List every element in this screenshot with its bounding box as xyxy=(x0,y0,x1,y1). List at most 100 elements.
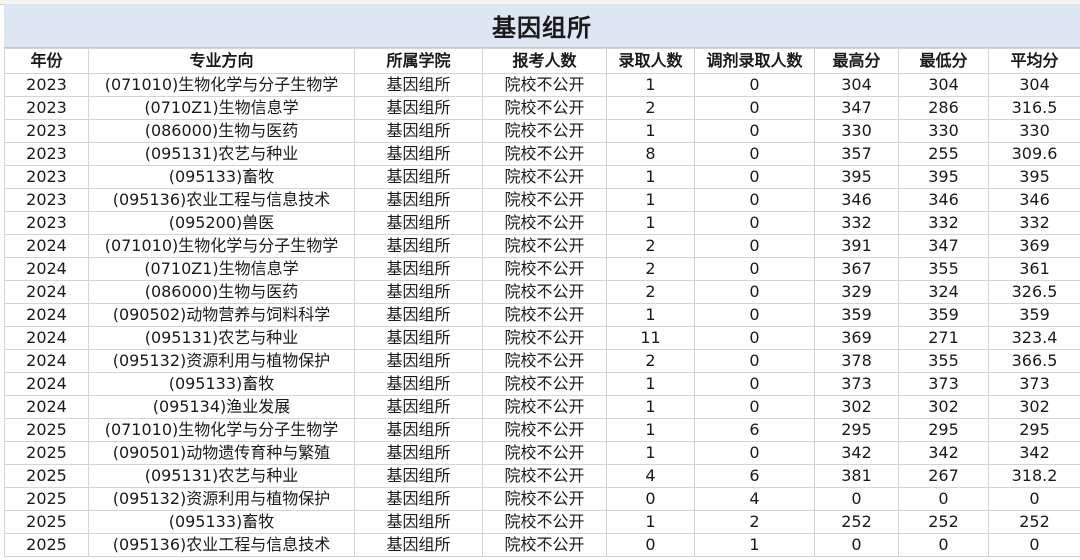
applicants-cell: 院校不公开 xyxy=(482,142,607,166)
min-score-cell: 347 xyxy=(898,234,989,258)
year-cell: 2025 xyxy=(4,464,89,488)
min-score-cell: 302 xyxy=(898,395,989,419)
avg-score-cell: 395 xyxy=(988,165,1080,189)
table-row: 2023 (086000)生物与医药 基因组所 院校不公开 1 0 330 330 330 xyxy=(4,119,1080,143)
year-cell: 2024 xyxy=(4,349,89,373)
table-row: 2023 (095200)兽医 基因组所 院校不公开 1 0 332 332 332 xyxy=(4,211,1080,235)
admitted-cell: 0 xyxy=(606,533,695,557)
year-cell: 2023 xyxy=(4,211,89,235)
avg-score-cell: 346 xyxy=(988,188,1080,212)
avg-score-cell: 359 xyxy=(988,303,1080,327)
min-score-cell: 295 xyxy=(898,418,989,442)
table-row: 2025 (095132)资源利用与植物保护 基因组所 院校不公开 0 4 0 0 0 xyxy=(4,487,1080,511)
avg-score-cell: 302 xyxy=(988,395,1080,419)
major-cell: (095136)农业工程与信息技术 xyxy=(88,533,355,557)
year-cell: 2025 xyxy=(4,533,89,557)
admitted-cell: 2 xyxy=(606,234,695,258)
admitted-cell: 2 xyxy=(606,280,695,304)
table-row: 2025 (095133)畜牧 基因组所 院校不公开 1 2 252 252 252 xyxy=(4,510,1080,534)
admitted-cell: 4 xyxy=(606,464,695,488)
adjusted-cell: 0 xyxy=(694,211,815,235)
applicants-cell: 院校不公开 xyxy=(482,464,607,488)
table-row: 2023 (095136)农业工程与信息技术 基因组所 院校不公开 1 0 346 346 34… xyxy=(4,188,1080,212)
max-score-cell: 342 xyxy=(814,441,899,465)
avg-score-cell: 0 xyxy=(988,487,1080,511)
avg-score-cell: 326.5 xyxy=(988,280,1080,304)
max-score-cell: 347 xyxy=(814,96,899,120)
max-score-cell: 332 xyxy=(814,211,899,235)
sheet-title: 基因组所 xyxy=(4,4,1080,48)
max-score-cell: 346 xyxy=(814,188,899,212)
year-cell: 2023 xyxy=(4,165,89,189)
college-cell: 基因组所 xyxy=(354,280,483,304)
year-cell: 2025 xyxy=(4,418,89,442)
max-score-cell: 378 xyxy=(814,349,899,373)
table-row: 2025 (095131)农艺与种业 基因组所 院校不公开 4 6 381 267 318.2 xyxy=(4,464,1080,488)
adjusted-cell: 0 xyxy=(694,234,815,258)
year-cell: 2023 xyxy=(4,142,89,166)
avg-score-cell: 316.5 xyxy=(988,96,1080,120)
spreadsheet: 基因组所 年份 专业方向 所属学院 报考人数 录取人数 调剂录取人数 最高分 最低分 平均分 2… xyxy=(0,0,1080,560)
max-score-cell: 295 xyxy=(814,418,899,442)
max-score-cell: 381 xyxy=(814,464,899,488)
applicants-cell: 院校不公开 xyxy=(482,303,607,327)
max-score-cell: 0 xyxy=(814,533,899,557)
college-cell: 基因组所 xyxy=(354,119,483,143)
min-score-cell: 271 xyxy=(898,326,989,350)
major-cell: (095200)兽医 xyxy=(88,211,355,235)
admitted-cell: 1 xyxy=(606,395,695,419)
max-score-cell: 330 xyxy=(814,119,899,143)
max-score-cell: 369 xyxy=(814,326,899,350)
table-row: 2024 (095134)渔业发展 基因组所 院校不公开 1 0 302 302 302 xyxy=(4,395,1080,419)
avg-score-cell: 309.6 xyxy=(988,142,1080,166)
min-score-header: 最低分 xyxy=(898,48,989,74)
avg-score-cell: 252 xyxy=(988,510,1080,534)
college-cell: 基因组所 xyxy=(354,142,483,166)
year-cell: 2024 xyxy=(4,372,89,396)
adjusted-cell: 0 xyxy=(694,372,815,396)
table-row: 2023 (0710Z1)生物信息学 基因组所 院校不公开 2 0 347 286 316.5 xyxy=(4,96,1080,120)
min-score-cell: 0 xyxy=(898,533,989,557)
table-row: 2023 (071010)生物化学与分子生物学 基因组所 院校不公开 1 0 304 304 3… xyxy=(4,73,1080,97)
adjusted-cell: 0 xyxy=(694,395,815,419)
max-score-cell: 302 xyxy=(814,395,899,419)
table-row: 2025 (071010)生物化学与分子生物学 基因组所 院校不公开 1 6 295 295 2… xyxy=(4,418,1080,442)
admissions-table: 年份 专业方向 所属学院 报考人数 录取人数 调剂录取人数 最高分 最低分 平均分 2023 (0… xyxy=(4,48,1080,557)
admitted-cell: 1 xyxy=(606,211,695,235)
major-cell: (095131)农艺与种业 xyxy=(88,326,355,350)
avg-score-cell: 318.2 xyxy=(988,464,1080,488)
major-cell: (095131)农艺与种业 xyxy=(88,142,355,166)
applicants-cell: 院校不公开 xyxy=(482,211,607,235)
admitted-cell: 11 xyxy=(606,326,695,350)
applicants-cell: 院校不公开 xyxy=(482,326,607,350)
applicants-cell: 院校不公开 xyxy=(482,349,607,373)
college-cell: 基因组所 xyxy=(354,211,483,235)
adjusted-cell: 0 xyxy=(694,280,815,304)
year-header: 年份 xyxy=(4,48,89,74)
adjusted-cell: 0 xyxy=(694,326,815,350)
college-cell: 基因组所 xyxy=(354,487,483,511)
max-score-cell: 329 xyxy=(814,280,899,304)
year-cell: 2024 xyxy=(4,326,89,350)
admitted-header: 录取人数 xyxy=(606,48,695,74)
avg-score-cell: 0 xyxy=(988,533,1080,557)
max-score-cell: 367 xyxy=(814,257,899,281)
adjusted-cell: 6 xyxy=(694,464,815,488)
year-cell: 2024 xyxy=(4,257,89,281)
admitted-cell: 1 xyxy=(606,418,695,442)
admitted-cell: 2 xyxy=(606,349,695,373)
year-cell: 2024 xyxy=(4,234,89,258)
admitted-cell: 1 xyxy=(606,119,695,143)
college-cell: 基因组所 xyxy=(354,257,483,281)
min-score-cell: 355 xyxy=(898,257,989,281)
major-cell: (095136)农业工程与信息技术 xyxy=(88,188,355,212)
major-cell: (071010)生物化学与分子生物学 xyxy=(88,73,355,97)
major-cell: (090502)动物营养与饲料科学 xyxy=(88,303,355,327)
avg-score-cell: 342 xyxy=(988,441,1080,465)
college-cell: 基因组所 xyxy=(354,349,483,373)
major-cell: (095133)畜牧 xyxy=(88,510,355,534)
table-row: 2023 (095131)农艺与种业 基因组所 院校不公开 8 0 357 255 309.6 xyxy=(4,142,1080,166)
major-cell: (095134)渔业发展 xyxy=(88,395,355,419)
applicants-header: 报考人数 xyxy=(482,48,607,74)
min-score-cell: 342 xyxy=(898,441,989,465)
